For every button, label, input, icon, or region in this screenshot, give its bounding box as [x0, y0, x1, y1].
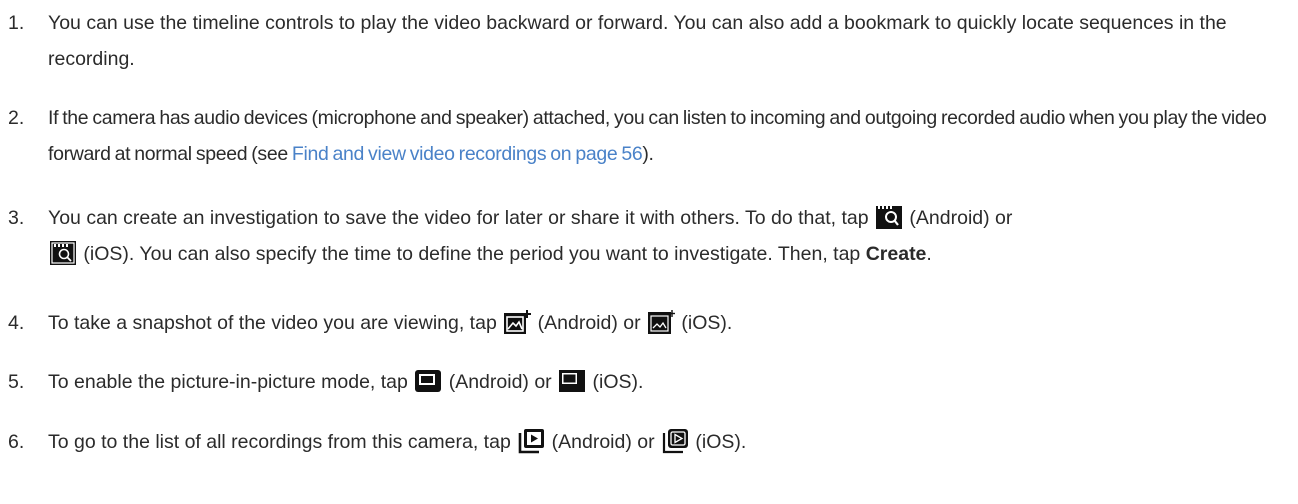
step-text-part: (Android) or [532, 312, 647, 334]
step-number: 6. [8, 431, 25, 453]
step-text-part: (iOS). [587, 371, 644, 393]
snapshot-icon [647, 309, 676, 335]
step-text-part: (Android) or [546, 431, 661, 453]
investigation-icon [875, 204, 903, 230]
step-text: You can create an investigation to save … [48, 200, 1293, 272]
find-view-recordings-link[interactable]: Find and view video recordings on page 5… [292, 143, 643, 165]
step-text-part: ). [642, 143, 654, 165]
investigation-icon [49, 240, 77, 266]
step-number: 1. [8, 12, 25, 34]
step-text-part: To take a snapshot of the video you are … [48, 312, 503, 334]
step-text-part: You can create an investigation to save … [48, 207, 874, 229]
step-text-part: . [926, 243, 932, 265]
create-label: Create [865, 243, 927, 265]
step-text: To enable the picture-in-picture mode, t… [48, 364, 1293, 400]
step-number: 2. [8, 107, 25, 129]
instruction-list: 1. You can use the timeline controls to … [0, 0, 1298, 504]
step-text-part: To go to the list of all recordings from… [48, 431, 517, 453]
step-text-part: (iOS). [676, 312, 733, 334]
step-text: To take a snapshot of the video you are … [48, 305, 1293, 341]
picture-in-picture-icon [558, 368, 586, 394]
step-text-part: To enable the picture-in-picture mode, t… [48, 371, 414, 393]
step-text-part: If the camera has audio devices (microph… [48, 107, 1267, 165]
step-text-part: (Android) or [443, 371, 558, 393]
step-text-part: (Android) or [904, 207, 1013, 229]
step-text: To go to the list of all recordings from… [48, 424, 1293, 460]
recordings-list-icon [517, 428, 545, 454]
step-text: You can use the timeline controls to pla… [48, 12, 1227, 70]
snapshot-icon [503, 309, 532, 335]
picture-in-picture-icon [414, 368, 442, 394]
recordings-list-icon [661, 428, 689, 454]
step-number: 4. [8, 312, 25, 334]
step-number: 3. [8, 207, 25, 229]
step-number: 5. [8, 371, 25, 393]
step-text: If the camera has audio devices (microph… [48, 100, 1293, 172]
step-text-part: (iOS). [690, 431, 747, 453]
step-text-part: (iOS). You can also specify the time to … [78, 243, 866, 265]
